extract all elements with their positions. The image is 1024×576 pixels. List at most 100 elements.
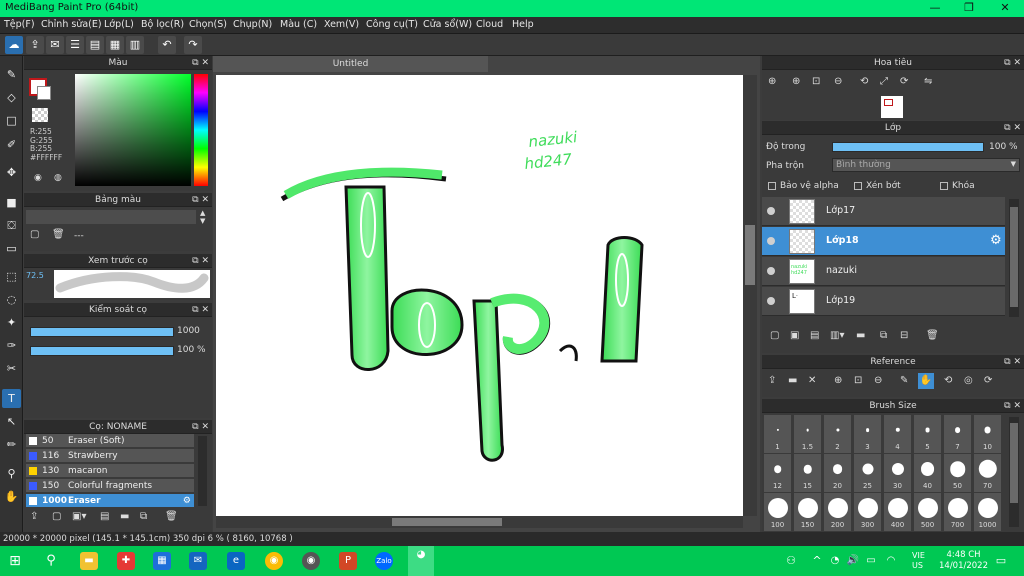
- merge-layer-icon[interactable]: ⊟: [900, 330, 908, 341]
- layer-scrollbar[interactable]: [1009, 199, 1019, 317]
- menu-color[interactable]: Màu (C): [280, 19, 317, 30]
- upload-brush-icon[interactable]: ⇪: [30, 511, 38, 522]
- menu-tools[interactable]: Công cụ(T): [366, 19, 418, 30]
- copy-brush-icon[interactable]: ▤: [100, 511, 109, 522]
- canvas-vertical-scrollbar[interactable]: [743, 75, 757, 516]
- new-brush-icon[interactable]: ▢: [52, 511, 61, 522]
- brush-list-item[interactable]: 150 Colorful fragments: [26, 479, 194, 493]
- menu-capture[interactable]: Chụp(N): [233, 19, 272, 30]
- brush-list-scrollbar[interactable]: [198, 436, 207, 506]
- canvas-horizontal-scrollbar[interactable]: [216, 516, 743, 528]
- eraser-tool-icon[interactable]: ◇: [2, 88, 21, 107]
- panel-buttons[interactable]: ⧉ ✕: [192, 56, 209, 70]
- brush-size-cell[interactable]: 100: [764, 493, 791, 531]
- select-pen-tool-icon[interactable]: ✑: [2, 336, 21, 355]
- ref-eyedropper-icon[interactable]: ✎: [900, 375, 908, 386]
- windows-start-icon[interactable]: ⊞: [6, 552, 24, 570]
- gift-icon[interactable]: ✚: [117, 552, 135, 570]
- minimize-button[interactable]: —: [918, 0, 952, 17]
- menu-window[interactable]: Cửa sổ(W): [423, 19, 472, 30]
- brush-size-cell[interactable]: 25: [854, 454, 881, 492]
- brush-size-cell[interactable]: 200: [824, 493, 851, 531]
- ref-hand-icon[interactable]: ✋: [918, 373, 934, 389]
- people-icon[interactable]: ⚇: [782, 552, 800, 570]
- hue-slider[interactable]: [194, 74, 208, 186]
- layer-row[interactable]: nazuki hd247 nazuki: [762, 257, 1005, 286]
- brush-list-item[interactable]: 116 Strawberry: [26, 449, 194, 463]
- brush-list-item[interactable]: 130 macaron: [26, 464, 194, 478]
- brush-size-cell[interactable]: 30: [884, 454, 911, 492]
- wifi-icon[interactable]: ◠: [882, 552, 900, 570]
- menu-select[interactable]: Chọn(S): [189, 19, 227, 30]
- layer-row[interactable]: ᒪᐧ Lớp19: [762, 287, 1005, 316]
- brush-size-cell[interactable]: 3: [854, 415, 881, 453]
- clipping-checkbox[interactable]: [854, 182, 862, 190]
- speaker-icon[interactable]: 🔊: [844, 552, 862, 570]
- brush-list-item[interactable]: 1000 Eraser ⚙: [26, 494, 194, 508]
- ref-rotate-left-icon[interactable]: ⟲: [944, 375, 952, 386]
- zoom-fit-icon[interactable]: ⊕: [768, 76, 776, 87]
- add-layer-dropdown-icon[interactable]: ▥▾: [830, 330, 844, 341]
- eye-icon[interactable]: [767, 297, 775, 305]
- scroll-arrows-icon[interactable]: ▲ ▼: [200, 209, 205, 225]
- file-explorer-icon[interactable]: ▬: [80, 552, 98, 570]
- close-button[interactable]: ✕: [988, 0, 1022, 17]
- fill-shape-tool-icon[interactable]: ■: [2, 193, 21, 212]
- layer-row[interactable]: Lớp17: [762, 197, 1005, 226]
- brush-size-slider[interactable]: [30, 327, 174, 337]
- brush-size-cell[interactable]: 300: [854, 493, 881, 531]
- new-halftone-layer-icon[interactable]: ▣: [790, 330, 799, 341]
- duplicate-layer-icon[interactable]: ⧉: [880, 330, 887, 341]
- brush-size-cell[interactable]: 70: [974, 454, 1001, 492]
- search-icon[interactable]: ⚲: [42, 552, 60, 570]
- share-icon[interactable]: ⇪: [26, 36, 44, 54]
- shape-tool-icon[interactable]: □: [2, 111, 21, 130]
- delete-layer-icon[interactable]: 🗑: [926, 330, 939, 341]
- chrome-profile-icon[interactable]: ◉: [302, 552, 320, 570]
- brush-size-cell[interactable]: 150: [794, 493, 821, 531]
- menu-layer[interactable]: Lớp(L): [104, 19, 134, 30]
- canvas-tab[interactable]: Untitled: [213, 56, 488, 72]
- redo-icon[interactable]: ↷: [184, 36, 202, 54]
- delete-brush-icon[interactable]: 🗑: [165, 511, 178, 522]
- brush-size-cell[interactable]: 50: [944, 454, 971, 492]
- store-icon[interactable]: ▦: [153, 552, 171, 570]
- color-saturation-picker[interactable]: [75, 74, 191, 186]
- folder-icon[interactable]: ▬: [120, 511, 129, 522]
- brush-size-scrollbar[interactable]: [1009, 417, 1019, 527]
- magic-wand-tool-icon[interactable]: ✦: [2, 313, 21, 332]
- delete-palette-icon[interactable]: 🗑: [52, 229, 65, 240]
- undo-icon[interactable]: ↶: [158, 36, 176, 54]
- gear-icon[interactable]: ⚙: [183, 494, 191, 508]
- powerpoint-icon[interactable]: P: [339, 552, 357, 570]
- network-icon[interactable]: ◔: [826, 552, 844, 570]
- battery-icon[interactable]: ▭: [862, 552, 880, 570]
- bucket-tool-icon[interactable]: ⛋: [2, 216, 21, 235]
- chat-icon[interactable]: ☰: [66, 36, 84, 54]
- select-tool-icon[interactable]: ⬚: [2, 267, 21, 286]
- menu-help[interactable]: Help: [512, 19, 534, 30]
- brush-size-cell[interactable]: 1.5: [794, 415, 821, 453]
- lasso-tool-icon[interactable]: ◌: [2, 290, 21, 309]
- zoom-in-icon[interactable]: ⊕: [792, 76, 800, 87]
- new-1bit-layer-icon[interactable]: ▤: [810, 330, 819, 341]
- ref-rotate-right-icon[interactable]: ⟳: [984, 375, 992, 386]
- menu-filter[interactable]: Bộ lọc(R): [141, 19, 184, 30]
- gear-icon[interactable]: ⚙: [990, 233, 1002, 248]
- brush-size-cell[interactable]: 7: [944, 415, 971, 453]
- menu-edit[interactable]: Chỉnh sửa(E): [41, 19, 102, 30]
- dot-tool-icon[interactable]: ✐: [2, 135, 21, 154]
- secondary-color-swatch[interactable]: [37, 86, 51, 100]
- chrome-icon[interactable]: ◉: [265, 552, 283, 570]
- ref-fit-icon[interactable]: ⊡: [854, 375, 862, 386]
- brush-size-cell[interactable]: 1: [764, 415, 791, 453]
- brush-size-cell[interactable]: 2: [824, 415, 851, 453]
- operation-tool-icon[interactable]: ↖: [2, 412, 21, 431]
- open-reference-icon[interactable]: ▬: [788, 375, 797, 386]
- edge-icon[interactable]: e: [227, 552, 245, 570]
- transparent-swatch[interactable]: [32, 108, 48, 122]
- grid-icon[interactable]: ▥: [126, 36, 144, 54]
- brush-size-cell[interactable]: 1000: [974, 493, 1001, 531]
- rotate-left-icon[interactable]: ⟲: [860, 76, 868, 87]
- menu-cloud[interactable]: Cloud: [476, 19, 503, 30]
